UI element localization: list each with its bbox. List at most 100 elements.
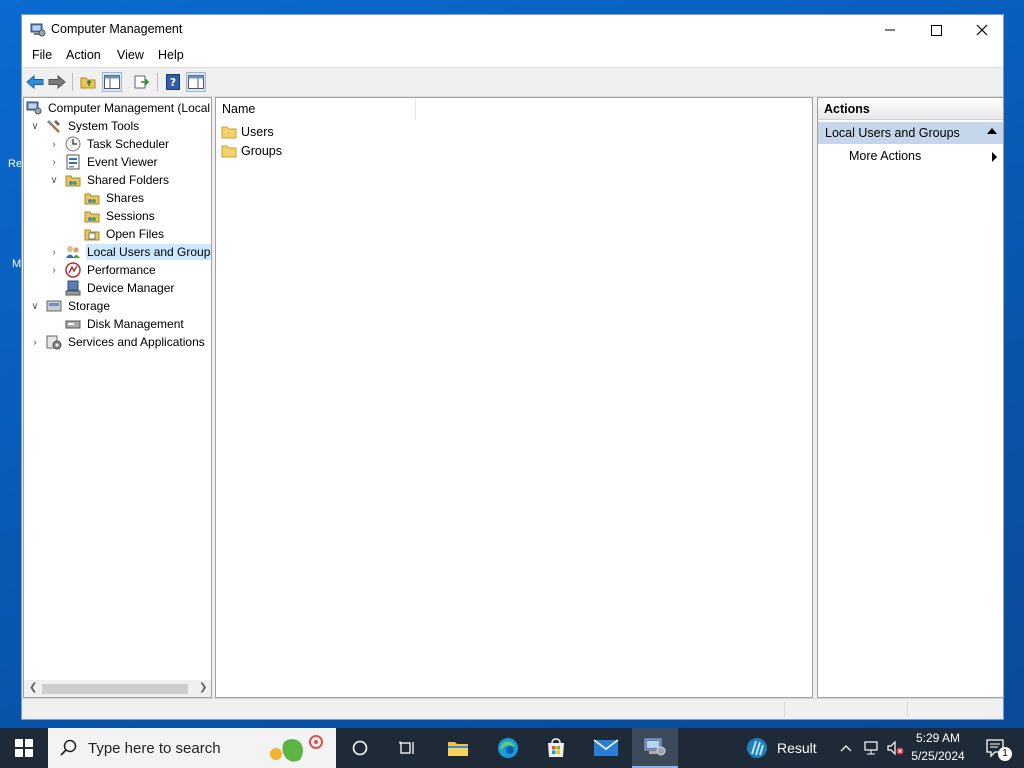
actions-pane: Actions Local Users and Groups More Acti…	[817, 97, 1004, 698]
tree-item-sessions[interactable]: Sessions	[84, 207, 156, 225]
tree-item-local-users-and-groups[interactable]: › Local Users and Groups	[48, 243, 211, 261]
tree-item-label: Storage	[68, 299, 111, 313]
column-header-name[interactable]: Name	[216, 98, 416, 120]
desktop-icon-label-fragment[interactable]: M	[12, 258, 21, 270]
tree-item-label: Shared Folders	[87, 173, 170, 187]
tree-item-label: System Tools	[68, 119, 140, 133]
tree-item-system-tools[interactable]: ∨ System Tools	[29, 117, 140, 135]
tree-item-device-manager[interactable]: Device Manager	[65, 279, 175, 297]
actions-section-label: Local Users and Groups	[825, 126, 960, 140]
results-pane[interactable]: Name Users Groups	[215, 97, 813, 698]
computer-management-taskbar-button[interactable]	[632, 728, 678, 768]
expand-chevron-icon[interactable]: ›	[48, 264, 60, 276]
expand-chevron-icon[interactable]: ›	[48, 156, 60, 168]
menu-view[interactable]: View	[117, 48, 144, 62]
start-button[interactable]	[0, 728, 48, 768]
network-button[interactable]	[860, 728, 882, 768]
actions-section-local-users-and-groups[interactable]: Local Users and Groups	[818, 122, 1003, 144]
menu-help[interactable]: Help	[158, 48, 184, 62]
collapse-chevron-icon[interactable]: ∨	[29, 120, 41, 132]
close-icon	[976, 24, 988, 36]
maximize-icon	[930, 24, 942, 36]
microsoft-store-button[interactable]	[536, 728, 576, 768]
tree-item-services-and-applications[interactable]: › Services and Applications	[29, 333, 206, 351]
collapse-chevron-icon[interactable]: ∨	[48, 174, 60, 186]
network-icon	[864, 741, 878, 755]
collapse-chevron-icon[interactable]: ∨	[29, 300, 41, 312]
computer-management-icon	[644, 738, 666, 756]
tree-item-label: Event Viewer	[87, 155, 158, 169]
folder-icon	[221, 126, 237, 139]
forward-button[interactable]	[47, 72, 67, 92]
shared-folder-icon	[84, 193, 100, 205]
search-highlight-illustration-icon	[270, 735, 323, 762]
show-hidden-icons-button[interactable]	[836, 728, 856, 768]
export-list-icon	[134, 75, 150, 89]
submenu-arrow-icon	[992, 152, 997, 162]
notification-count-badge: 1	[998, 747, 1012, 761]
folder-up-icon	[80, 77, 96, 89]
list-item-groups[interactable]: Groups	[221, 142, 282, 160]
scroll-right-arrow-icon[interactable]: ❯	[199, 682, 207, 693]
file-explorer-button[interactable]	[438, 728, 478, 768]
actions-header: Actions	[818, 98, 1003, 120]
computer-management-icon	[26, 101, 42, 115]
tree-item-task-scheduler[interactable]: › Task Scheduler	[48, 135, 170, 153]
tree-item-label: Services and Applications	[68, 335, 205, 349]
status-bar	[22, 698, 1003, 719]
tree-item-label: Computer Management (Local	[48, 101, 211, 115]
cortana-circle-icon	[352, 740, 368, 756]
help-button[interactable]: ?	[163, 72, 183, 92]
list-item-users[interactable]: Users	[221, 123, 274, 141]
notifications-button[interactable]: 1	[978, 728, 1014, 768]
task-view-button[interactable]	[388, 728, 428, 768]
menu-bar: File Action View Help	[22, 45, 1003, 67]
maximize-button[interactable]	[913, 15, 959, 45]
show-hide-console-tree-button[interactable]	[102, 72, 122, 92]
tree-item-shared-folders[interactable]: ∨ Shared Folders	[48, 171, 170, 189]
more-actions-item[interactable]: More Actions	[849, 149, 921, 163]
disk-management-icon	[65, 320, 81, 329]
minimize-button[interactable]	[867, 15, 913, 45]
expand-chevron-icon[interactable]: ›	[29, 336, 41, 348]
desktop-icon-label-fragment[interactable]: Re	[8, 158, 22, 170]
clock-time[interactable]: 5:29 AM	[908, 731, 968, 745]
menu-file[interactable]: File	[32, 48, 52, 62]
cortana-button[interactable]	[340, 728, 380, 768]
tree-item-label: Disk Management	[87, 317, 184, 331]
tree-item-performance[interactable]: › Performance	[48, 261, 157, 279]
collapse-triangle-icon[interactable]	[987, 128, 997, 134]
tree-item-computer-management[interactable]: Computer Management (Local	[26, 99, 211, 117]
clock-date[interactable]: 5/25/2024	[908, 749, 968, 763]
svg-text:?: ?	[170, 76, 176, 89]
tree-item-disk-management[interactable]: Disk Management	[65, 315, 185, 333]
title-bar[interactable]: Computer Management	[22, 15, 1003, 45]
tree-item-storage[interactable]: ∨ Storage	[29, 297, 111, 315]
tree-item-label: Task Scheduler	[87, 137, 170, 151]
mail-button[interactable]	[584, 728, 628, 768]
scrollbar-thumb[interactable]	[42, 684, 188, 694]
result-taskbar-button[interactable]: Result	[745, 728, 825, 768]
toolbar: ?	[22, 67, 1003, 97]
tree-item-open-files[interactable]: Open Files	[84, 225, 165, 243]
taskbar-search-box[interactable]: Type here to search	[48, 728, 336, 768]
up-one-level-button[interactable]	[78, 72, 98, 92]
edge-browser-button[interactable]	[488, 728, 528, 768]
back-button[interactable]	[25, 72, 45, 92]
scroll-left-arrow-icon[interactable]: ❮	[29, 682, 37, 693]
expand-chevron-icon[interactable]: ›	[48, 138, 60, 150]
file-explorer-icon	[448, 742, 468, 756]
tree-item-event-viewer[interactable]: › Event Viewer	[48, 153, 158, 171]
tree-item-label: Performance	[87, 263, 156, 277]
tree-horizontal-scrollbar[interactable]: ❮ ❯	[24, 680, 211, 697]
volume-button[interactable]	[884, 728, 906, 768]
forward-arrow-icon	[48, 74, 66, 90]
console-tree[interactable]: Computer Management (Local ∨ System Tool…	[23, 97, 212, 698]
tree-item-shares[interactable]: Shares	[84, 189, 145, 207]
close-button[interactable]	[959, 15, 1005, 45]
tree-item-label: Open Files	[106, 227, 165, 241]
export-list-button[interactable]	[132, 72, 152, 92]
menu-action[interactable]: Action	[66, 48, 101, 62]
show-hide-action-pane-button[interactable]	[186, 72, 206, 92]
expand-chevron-icon[interactable]: ›	[48, 246, 60, 258]
